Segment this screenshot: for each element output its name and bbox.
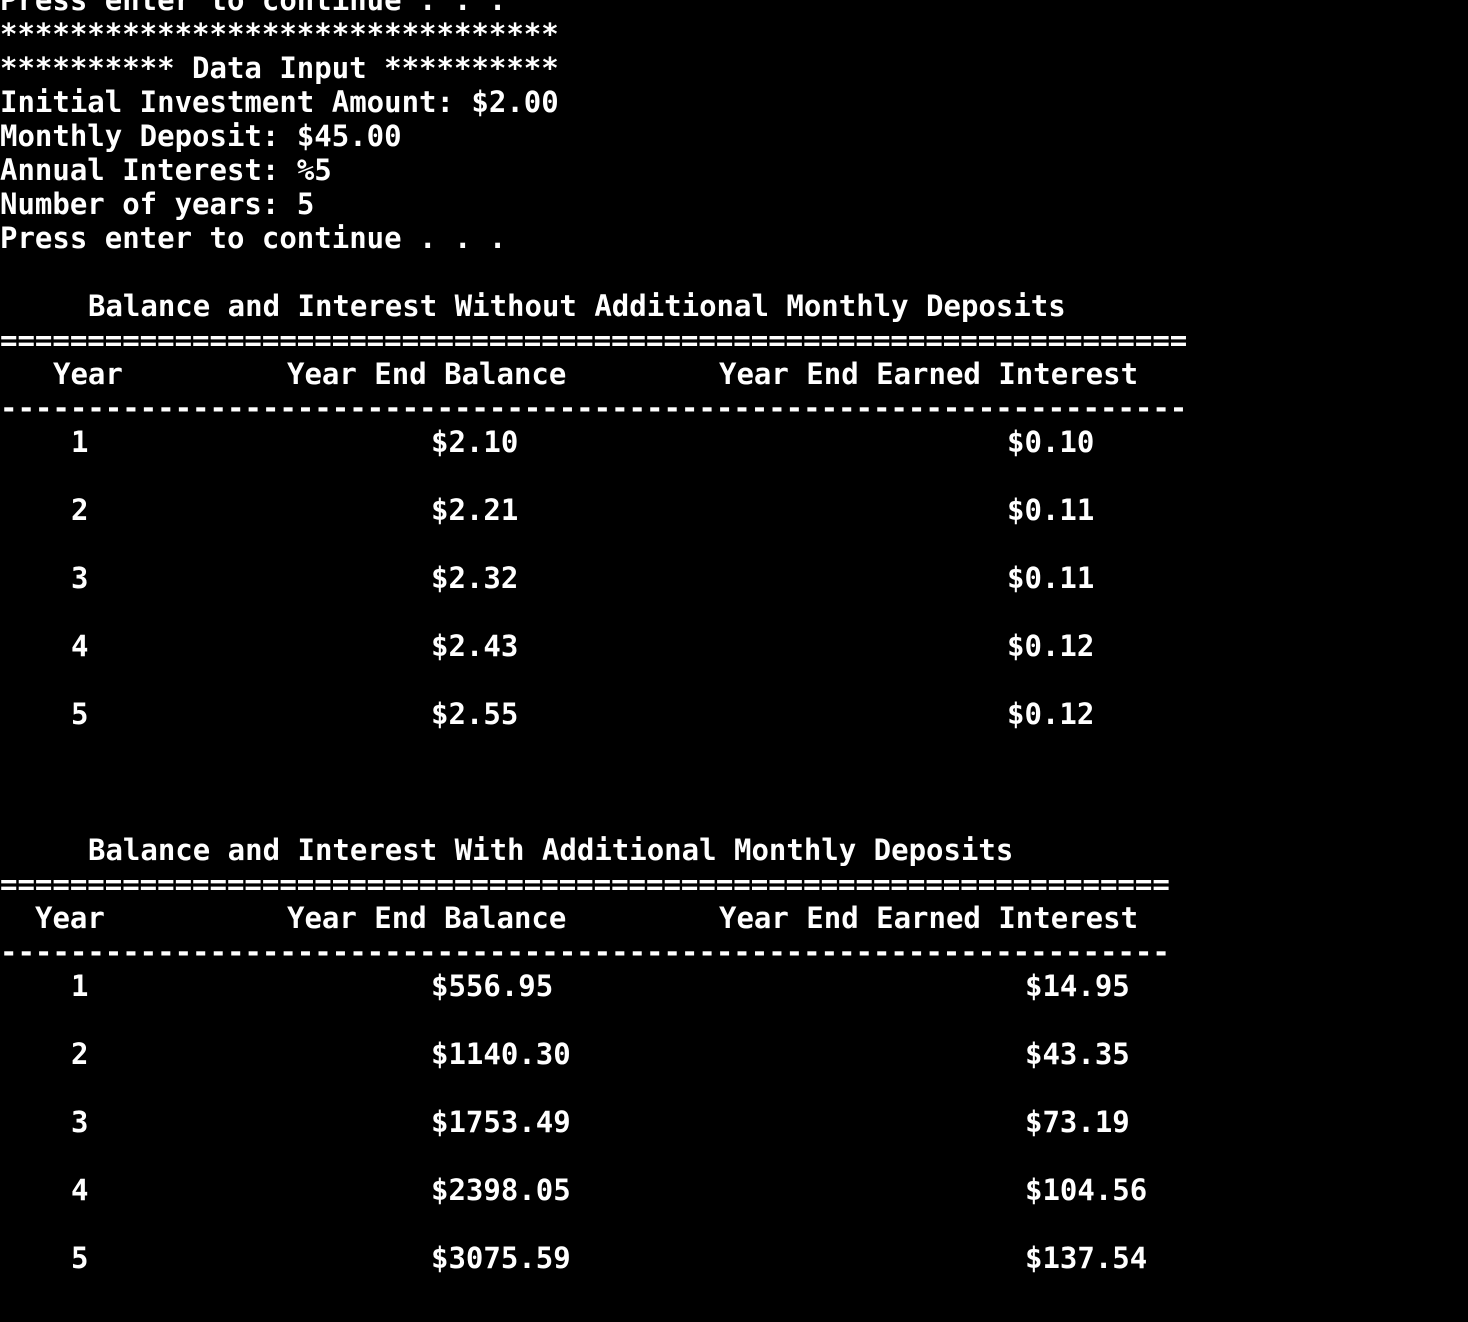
balance-cell: $2398.05 (431, 1173, 571, 1207)
year-cell: 5 (71, 1241, 89, 1275)
table-row: 5 $3075.59 $137.54 (0, 1241, 1468, 1309)
table-row: 2 $1140.30 $43.35 (0, 1037, 1468, 1105)
report-header-row: Year Year End Balance Year End Earned In… (0, 357, 1468, 391)
number-of-years-line: Number of years: 5 (0, 187, 1468, 221)
continue-prompt-top: Press enter to continue . . . (0, 0, 507, 17)
balance-cell: $3075.59 (431, 1241, 571, 1275)
field-value: %5 (296, 153, 332, 187)
balance-column-header: Year End Balance (287, 357, 567, 391)
year-cell: 3 (71, 1105, 89, 1139)
dash-divider: ----------------------------------------… (0, 391, 1188, 425)
field-value: $2.00 (471, 85, 559, 119)
report-without-deposits-title: Balance and Interest Without Additional … (0, 289, 1468, 323)
dash-divider: ----------------------------------------… (0, 935, 1170, 969)
year-cell: 5 (71, 697, 89, 731)
balance-cell: $2.32 (431, 561, 519, 595)
balance-cell: $1140.30 (431, 1037, 571, 1071)
year-column-header: Year (35, 901, 105, 935)
interest-cell: $43.35 (1025, 1037, 1130, 1071)
table-row: 3 $1753.49 $73.19 (0, 1105, 1468, 1173)
interest-cell: $73.19 (1025, 1105, 1130, 1139)
year-cell: 2 (71, 1037, 89, 1071)
interest-cell: $137.54 (1025, 1241, 1148, 1275)
interest-cell: $0.11 (1007, 493, 1095, 527)
continue-prompt-bottom: Press enter to continue . . . (0, 221, 507, 255)
interest-column-header: Year End Earned Interest (719, 901, 1139, 935)
year-column-header: Year (53, 357, 123, 391)
interest-cell: $0.11 (1007, 561, 1095, 595)
balance-column-header: Year End Balance (287, 901, 567, 935)
interest-cell: $14.95 (1025, 969, 1130, 1003)
data-input-header: ********** Data Input ********** (0, 51, 559, 85)
year-cell: 4 (71, 629, 89, 663)
report-header-row: Year Year End Balance Year End Earned In… (0, 901, 1468, 935)
annual-interest-line: Annual Interest: %5 (0, 153, 1468, 187)
terminal-window: Press enter to continue . . . **********… (0, 0, 1468, 1309)
field-value: 5 (296, 187, 315, 221)
field-label: Monthly Deposit: (0, 119, 297, 153)
equals-divider: ========================================… (0, 323, 1188, 357)
balance-cell: $556.95 (431, 969, 554, 1003)
report-title: Balance and Interest With Additional Mon… (88, 833, 1014, 867)
balance-cell: $2.10 (431, 425, 519, 459)
field-value: $45.00 (296, 119, 402, 153)
table-row: 5 $2.55 $0.12 (0, 697, 1468, 765)
stars-divider: ******************************** (0, 17, 559, 51)
year-cell: 1 (71, 425, 89, 459)
table-row: 1 $556.95 $14.95 (0, 969, 1468, 1037)
year-cell: 3 (71, 561, 89, 595)
table-row: 3 $2.32 $0.11 (0, 561, 1468, 629)
report-title: Balance and Interest Without Additional … (88, 289, 1066, 323)
interest-cell: $104.56 (1025, 1173, 1148, 1207)
interest-column-header: Year End Earned Interest (719, 357, 1139, 391)
monthly-deposit-line: Monthly Deposit: $45.00 (0, 119, 1468, 153)
balance-cell: $2.55 (431, 697, 519, 731)
interest-cell: $0.12 (1007, 697, 1095, 731)
equals-divider: ========================================… (0, 867, 1170, 901)
initial-investment-line: Initial Investment Amount: $2.00 (0, 85, 1468, 119)
year-cell: 4 (71, 1173, 89, 1207)
table-row: 2 $2.21 $0.11 (0, 493, 1468, 561)
balance-cell: $1753.49 (431, 1105, 571, 1139)
table-row: 4 $2.43 $0.12 (0, 629, 1468, 697)
interest-cell: $0.10 (1007, 425, 1095, 459)
table-row: 1 $2.10 $0.10 (0, 425, 1468, 493)
table-row: 4 $2398.05 $104.56 (0, 1173, 1468, 1241)
field-label: Initial Investment Amount: (0, 85, 472, 119)
interest-cell: $0.12 (1007, 629, 1095, 663)
balance-cell: $2.43 (431, 629, 519, 663)
field-label: Number of years: (0, 187, 297, 221)
balance-cell: $2.21 (431, 493, 519, 527)
report-with-deposits-title: Balance and Interest With Additional Mon… (0, 833, 1468, 867)
year-cell: 2 (71, 493, 89, 527)
year-cell: 1 (71, 969, 89, 1003)
field-label: Annual Interest: (0, 153, 297, 187)
